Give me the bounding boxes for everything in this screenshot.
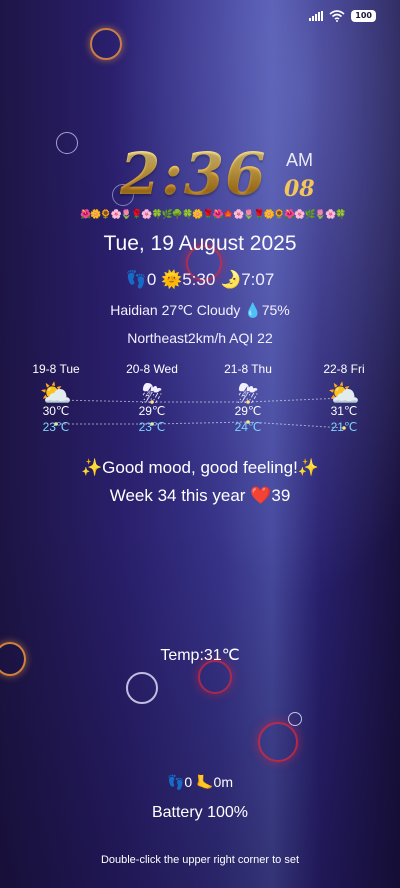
- steps-count: 0: [184, 774, 193, 790]
- heart-icon: ❤️: [250, 486, 272, 505]
- forecast-day-label: 21-8 Thu: [224, 362, 272, 376]
- forecast-day-label: 20-8 Wed: [126, 362, 178, 376]
- foot-icon: 🦶: [196, 774, 214, 790]
- flower-decoration: 🌺🌼🌻🌸🌷🌹🌸🍀🌿🌳🍀🌼🌹🌺🍁🌸🌷🌹🌼🌻🌺🌸🌿🌷🌸🍀: [80, 210, 346, 220]
- clock-seconds: 08: [284, 176, 315, 202]
- clock-widget[interactable]: 2:36 AM 08: [120, 140, 320, 210]
- week-number: Week 34 this year: [109, 486, 246, 505]
- distance-value: 0m: [213, 774, 233, 790]
- forecast-high: 29℃: [138, 404, 166, 418]
- battery-icon: 100: [351, 10, 376, 22]
- temperature-label: Temp:31℃: [160, 647, 240, 664]
- forecast-low: 24℃: [234, 420, 262, 434]
- sun-info-row: 👣0 🌞5:30 🌛7:07: [0, 270, 400, 290]
- humidity-value: 75%: [261, 302, 290, 318]
- cellular-signal-icon: [309, 11, 324, 21]
- forecast-day: 21-8 Thu ⛈ 29℃ 24℃: [208, 362, 288, 434]
- clock-time: 2:36: [120, 140, 267, 208]
- bubble-red: [258, 722, 298, 762]
- bubble-red: [198, 660, 232, 694]
- forecast-low: 23℃: [138, 420, 166, 434]
- bubble-white: [288, 712, 302, 726]
- forecast-day: 22-8 Fri ⛅ 31℃ 21℃: [304, 362, 384, 434]
- wind-speed: 2km/h: [187, 330, 227, 346]
- steps-count: 0: [146, 270, 157, 289]
- low-temp-curve: [56, 421, 345, 429]
- forecast-day: 19-8 Tue ⛅ 30℃ 23℃: [16, 362, 96, 434]
- footprints-icon: 👣: [166, 774, 185, 790]
- date-label: Tue, 19 August 2025: [103, 232, 297, 255]
- forecast-low: 21℃: [330, 420, 358, 434]
- battery-label: Battery 100%: [151, 804, 249, 821]
- sunrise-time: 5:30: [182, 270, 216, 289]
- forecast-low: 23℃: [42, 420, 70, 434]
- mood-message: ✨Good mood, good feeling!✨: [81, 458, 319, 477]
- forecast-day-label: 19-8 Tue: [32, 362, 80, 376]
- settings-hint: Double-click the upper right corner to s…: [100, 854, 300, 866]
- forecast-high: 29℃: [234, 404, 262, 418]
- high-temp-curve: [55, 397, 345, 403]
- bubble-orange: [90, 28, 122, 60]
- footprints-icon: 👣: [125, 270, 147, 289]
- bubble-white: [126, 672, 158, 704]
- forecast-day-label: 22-8 Fri: [323, 362, 365, 376]
- aqi-value: AQI 22: [229, 330, 273, 346]
- forecast-high: 31℃: [330, 404, 358, 418]
- current-temp: 27℃: [161, 302, 193, 318]
- steps-row: 👣0 🦶0m: [0, 774, 400, 791]
- sunset-time: 7:07: [241, 270, 275, 289]
- day-counter: 39: [271, 486, 291, 505]
- forecast-panel[interactable]: 19-8 Tue ⛅ 30℃ 23℃ 20-8 Wed ⛈ 29℃ 23℃ 21…: [0, 362, 400, 442]
- settings-hotspot[interactable]: [330, 24, 400, 84]
- bubble-white: [56, 132, 78, 154]
- status-bar: 100: [309, 10, 376, 22]
- city-name: Haidian: [110, 302, 158, 318]
- weather-condition: Cloudy: [196, 302, 241, 318]
- wind-row: Northeast2km/h AQI 22: [0, 330, 400, 346]
- moon-icon: 🌛: [220, 270, 242, 289]
- forecast-high: 30℃: [42, 404, 70, 418]
- sunrise-icon: 🌞: [161, 270, 183, 289]
- wind-direction: Northeast: [127, 330, 188, 346]
- droplet-icon: 💧: [244, 302, 262, 318]
- week-info: Week 34 this year ❤️39: [0, 486, 400, 506]
- wifi-icon: [329, 10, 345, 22]
- clock-ampm: AM: [286, 150, 313, 170]
- weather-row[interactable]: Haidian 27℃ Cloudy 💧75%: [0, 302, 400, 319]
- forecast-day: 20-8 Wed ⛈ 29℃ 23℃: [112, 362, 192, 434]
